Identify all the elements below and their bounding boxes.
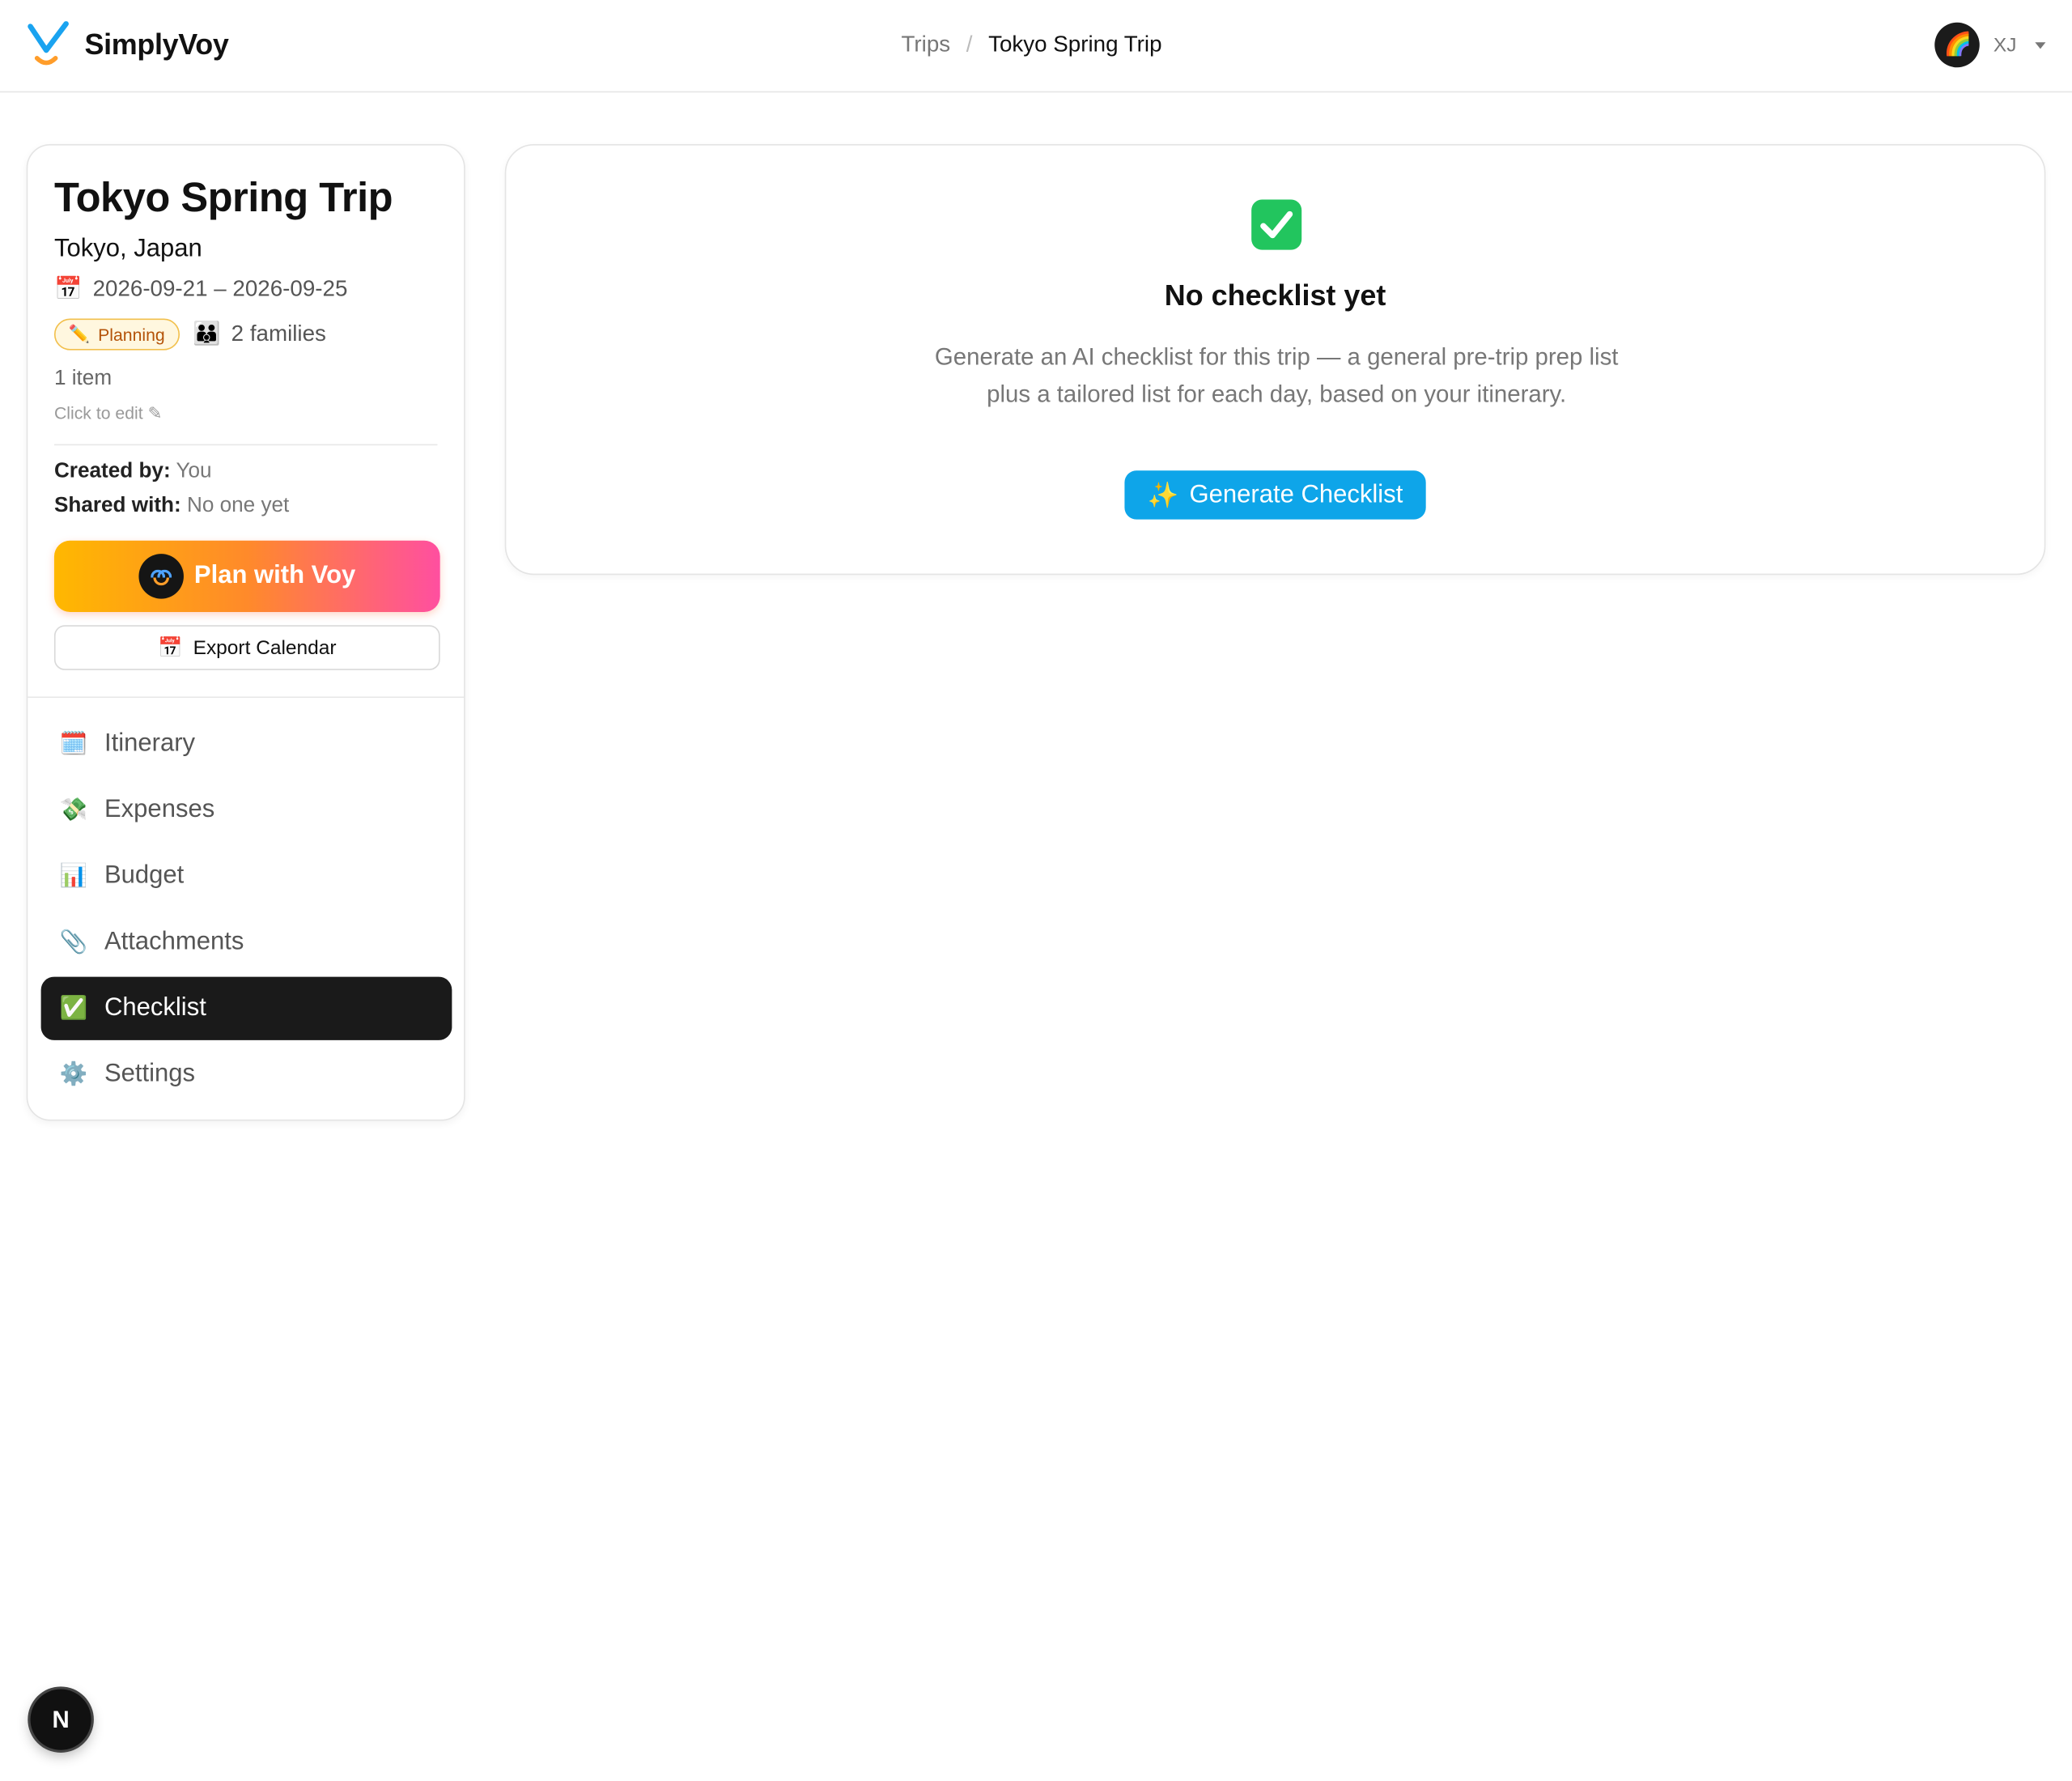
avatar[interactable]: 🌈 [1935, 22, 1981, 68]
breadcrumb-current: Tokyo Spring Trip [988, 32, 1162, 57]
voy-avatar-icon [138, 554, 184, 599]
status-badge[interactable]: ✏️ Planning [53, 318, 180, 351]
app-logo[interactable]: SimplyVoy [27, 21, 229, 69]
sidebar-item-label: Expenses [104, 795, 215, 824]
plan-with-voy-label: Plan with Voy [193, 561, 356, 590]
calendar-icon: 📅 [53, 276, 83, 302]
empty-state-title: No checklist yet [1164, 278, 1386, 312]
checklist-panel: No checklist yet Generate an AI checklis… [504, 143, 2046, 576]
breadcrumb-separator: / [966, 32, 973, 57]
trip-location[interactable]: Tokyo, Japan [54, 236, 202, 265]
trip-dates[interactable]: 📅 2026-09-21 – 2026-09-25 [54, 276, 347, 303]
bar-chart-icon: 📊 [59, 863, 88, 889]
rainbow-icon: 🌈 [1943, 32, 1972, 57]
sidebar-item-attachments[interactable]: 📎 Attachments [41, 911, 452, 974]
money-icon: 💸 [59, 797, 88, 822]
item-count: 1 item [53, 367, 113, 390]
user-menu[interactable]: 🌈 XJ [1935, 22, 2046, 68]
created-by-label: Created by: [53, 460, 171, 482]
trip-badges: ✏️ Planning 👪 2 families [53, 318, 326, 351]
sidebar-item-checklist[interactable]: ✅ Checklist [40, 976, 452, 1040]
simplyvoy-logo-icon [28, 21, 69, 66]
trip-sidebar: Tokyo Spring Trip Tokyo, Japan 📅 2026-09… [26, 143, 465, 1121]
divider [53, 444, 438, 446]
checkmark-glyph [1260, 210, 1293, 239]
created-by-value: You [176, 460, 212, 482]
trip-title[interactable]: Tokyo Spring Trip [54, 175, 393, 223]
export-calendar-button[interactable]: 📅 Export Calendar [53, 625, 440, 670]
breadcrumb-trips-link[interactable]: Trips [902, 32, 951, 58]
sidebar-item-label: Attachments [104, 928, 244, 956]
gear-icon: ⚙️ [59, 1061, 88, 1087]
checkmark-icon [1251, 199, 1302, 250]
trip-nav: 🗓️ Itinerary 💸 Expenses 📊 Budget 📎 Attac… [40, 712, 452, 1109]
calendar-icon: 🗓️ [59, 730, 88, 756]
paperclip-icon: 📎 [59, 929, 88, 954]
chevron-down-icon[interactable] [2035, 41, 2046, 49]
empty-state-description: Generate an AI checklist for this trip —… [934, 343, 1619, 407]
top-bar: SimplyVoy Trips / Tokyo Spring Trip 🌈 XJ [0, 0, 2072, 93]
sidebar-item-label: Budget [104, 861, 185, 890]
family-icon: 👪 [193, 321, 221, 346]
nextjs-dev-badge[interactable]: N [30, 1689, 91, 1750]
sidebar-item-budget[interactable]: 📊 Budget [41, 844, 452, 908]
sidebar-item-label: Itinerary [104, 729, 196, 758]
families-count: 👪 2 families [193, 321, 326, 348]
shared-with-label: Shared with: [53, 494, 181, 517]
user-initials: XJ [1993, 33, 2017, 57]
calendar-icon: 📅 [158, 636, 183, 660]
click-to-edit-hint[interactable]: Click to edit ✎ [54, 403, 162, 424]
plan-with-voy-button[interactable]: Plan with Voy [53, 540, 440, 612]
sidebar-item-settings[interactable]: ⚙️ Settings [41, 1043, 452, 1106]
checkmark-icon: ✅ [59, 995, 88, 1021]
export-calendar-label: Export Calendar [193, 636, 337, 659]
divider [28, 696, 465, 699]
sidebar-item-label: Checklist [104, 993, 206, 1022]
sidebar-item-itinerary[interactable]: 🗓️ Itinerary [41, 712, 452, 776]
sidebar-item-expenses[interactable]: 💸 Expenses [41, 779, 452, 842]
shared-with: Shared with: No one yet [54, 495, 289, 518]
created-by: Created by: You [54, 460, 212, 483]
app-name: SimplyVoy [84, 28, 229, 62]
sidebar-item-label: Settings [104, 1060, 196, 1088]
sparkles-icon: ✨ [1147, 482, 1179, 510]
pencil-icon: ✏️ [68, 324, 91, 344]
shared-with-value: No one yet [186, 494, 290, 517]
page-canvas: SimplyVoy Trips / Tokyo Spring Trip 🌈 XJ… [0, 0, 2072, 1781]
trip-dates-text: 2026-09-21 – 2026-09-25 [92, 276, 348, 302]
status-badge-label: Planning [98, 324, 165, 345]
generate-checklist-button[interactable]: ✨ Generate Checklist [1124, 470, 1426, 520]
generate-checklist-label: Generate Checklist [1189, 480, 1403, 508]
families-text: 2 families [231, 321, 326, 346]
breadcrumb: Trips / Tokyo Spring Trip [902, 32, 1162, 58]
